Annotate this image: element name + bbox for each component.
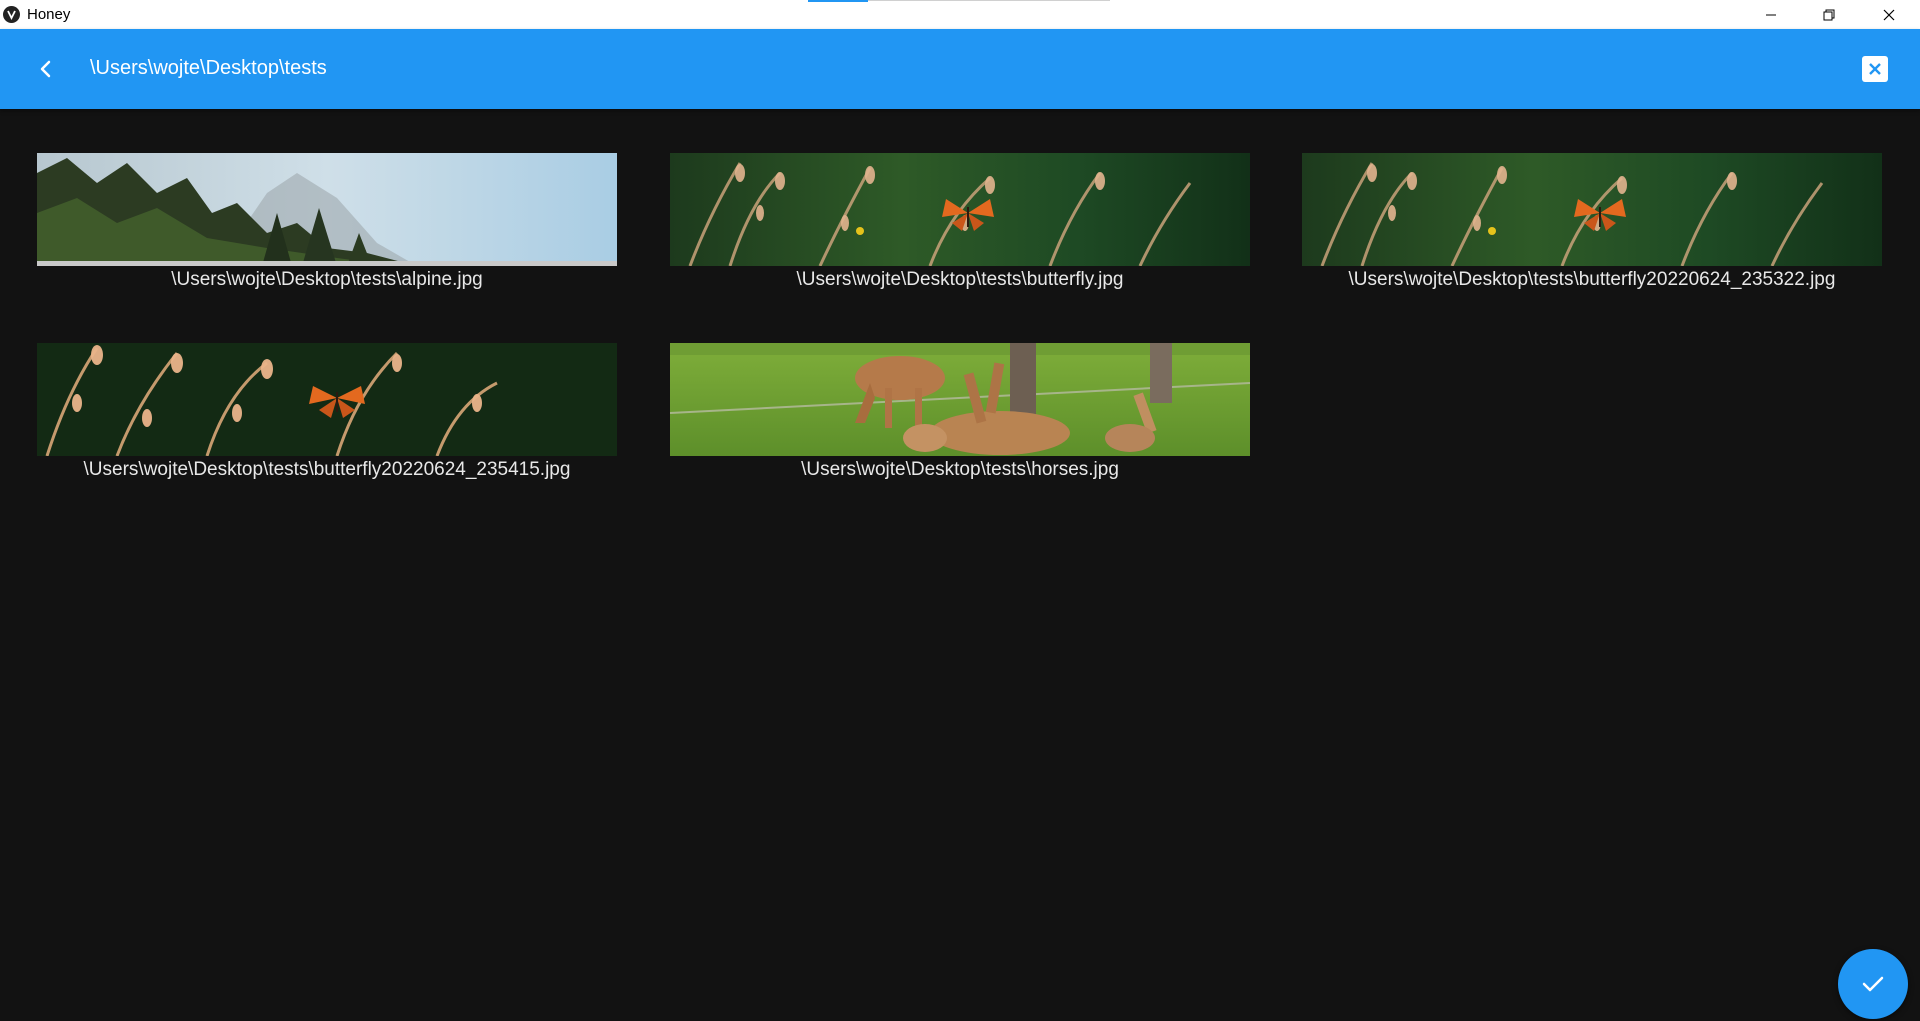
file-name-label: \Users\wojte\Desktop\tests\horses.jpg: [801, 459, 1119, 480]
image-thumbnail: [670, 153, 1250, 266]
maximize-button[interactable]: [1800, 0, 1858, 29]
minimize-icon: [1766, 14, 1776, 15]
close-box-icon: [1869, 63, 1881, 75]
close-window-button[interactable]: [1858, 0, 1920, 29]
chevron-left-icon: [40, 60, 51, 78]
check-icon: [1862, 976, 1884, 992]
file-name-label: \Users\wojte\Desktop\tests\butterfly.jpg: [796, 269, 1124, 290]
titlebar-accent: [808, 0, 868, 2]
file-name-label: \Users\wojte\Desktop\tests\butterfly2022…: [83, 459, 571, 480]
file-tile[interactable]: \Users\wojte\Desktop\tests\horses.jpg: [670, 343, 1250, 482]
restore-icon: [1823, 9, 1835, 20]
minimize-button[interactable]: [1742, 0, 1800, 29]
image-thumbnail: [1302, 153, 1882, 266]
window-title: Honey: [27, 6, 71, 23]
file-name-label: \Users\wojte\Desktop\tests\alpine.jpg: [171, 269, 483, 290]
image-thumbnail: [37, 153, 617, 266]
honey-app-icon: [3, 6, 20, 23]
confirm-selection-button[interactable]: [1838, 949, 1908, 1019]
file-tile[interactable]: \Users\wojte\Desktop\tests\butterfly2022…: [1302, 153, 1882, 292]
close-picker-button[interactable]: [1862, 56, 1888, 82]
image-thumbnail: [37, 343, 617, 456]
window-titlebar: Honey: [0, 0, 1920, 29]
app-bar: \Users\wojte\Desktop\tests: [0, 29, 1920, 109]
back-button[interactable]: [26, 49, 66, 89]
close-icon: [1883, 9, 1895, 20]
file-tile[interactable]: \Users\wojte\Desktop\tests\alpine.jpg: [37, 153, 617, 292]
file-tile[interactable]: \Users\wojte\Desktop\tests\butterfly2022…: [37, 343, 617, 482]
image-thumbnail: [670, 343, 1250, 456]
titlebar-divider: [868, 0, 1110, 1]
current-path-title: \Users\wojte\Desktop\tests: [90, 57, 327, 79]
file-tile[interactable]: \Users\wojte\Desktop\tests\butterfly.jpg: [670, 153, 1250, 292]
file-name-label: \Users\wojte\Desktop\tests\butterfly2022…: [1348, 269, 1836, 290]
